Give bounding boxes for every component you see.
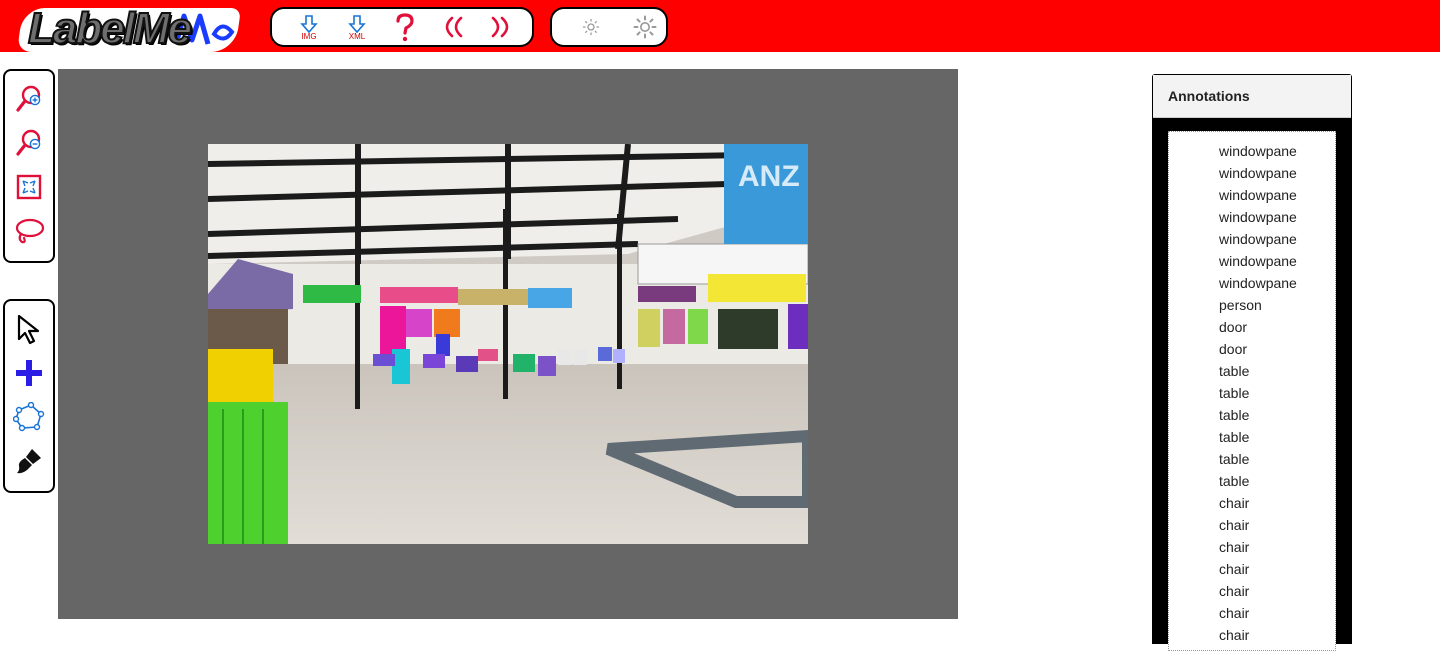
annotation-item[interactable]: windowpane — [1219, 162, 1335, 184]
download-image-button[interactable]: IMG — [290, 10, 328, 44]
fit-to-screen-button[interactable] — [5, 165, 53, 209]
download-xml-caption: XML — [348, 31, 366, 41]
zoom-out-button[interactable] — [5, 121, 53, 165]
select-tool-button[interactable] — [5, 307, 53, 351]
annotation-item[interactable]: table — [1219, 404, 1335, 426]
download-image-caption: IMG — [301, 31, 317, 41]
brightness-low-icon — [582, 18, 600, 36]
annotation-item[interactable]: windowpane — [1219, 140, 1335, 162]
add-point-icon — [16, 360, 42, 386]
annotation-item[interactable]: windowpane — [1219, 250, 1335, 272]
lasso-button[interactable] — [5, 209, 53, 253]
annotation-item[interactable]: table — [1219, 382, 1335, 404]
annotations-list: windowpane windowpane windowpane windowpane… — [1169, 132, 1335, 646]
download-arrow-icon — [300, 14, 318, 33]
brightness-toolbar-group — [550, 7, 668, 47]
select-arrow-icon — [17, 314, 40, 345]
annotation-item[interactable]: windowpane — [1219, 206, 1335, 228]
annotation-item[interactable]: chair — [1219, 558, 1335, 580]
annotation-item[interactable]: table — [1219, 426, 1335, 448]
polygon-icon — [13, 402, 45, 432]
annotation-item[interactable]: windowpane — [1219, 272, 1335, 294]
main-toolbar-group: IMG XML — [270, 7, 534, 47]
annotations-title: Annotations — [1153, 75, 1351, 118]
download-arrow-icon — [348, 14, 366, 33]
image-canvas[interactable]: ANZ — [58, 69, 958, 619]
edit-tools-panel — [3, 299, 55, 493]
annotation-item[interactable]: chair — [1219, 580, 1335, 602]
annotation-item[interactable]: person — [1219, 294, 1335, 316]
brush-icon — [17, 449, 41, 474]
annotation-item[interactable]: door — [1219, 338, 1335, 360]
annotation-item[interactable]: table — [1219, 360, 1335, 382]
increase-brightness-button[interactable] — [626, 10, 664, 44]
decrease-brightness-button[interactable] — [572, 10, 610, 44]
annotation-item[interactable]: windowpane — [1219, 184, 1335, 206]
fit-to-screen-icon — [16, 174, 42, 200]
annotation-item[interactable]: chair — [1219, 514, 1335, 536]
next-image-button[interactable] — [482, 10, 520, 44]
annotation-item[interactable]: table — [1219, 470, 1335, 492]
labelme-logo[interactable]: LabelMe — [16, 4, 242, 53]
annotated-photo[interactable]: ANZ — [208, 144, 808, 544]
annotations-list-container: windowpane windowpane windowpane windowpane… — [1168, 131, 1336, 651]
view-tools-panel — [3, 69, 55, 263]
polygon-tool-button[interactable] — [5, 395, 53, 439]
logo-text: LabelMe — [27, 4, 193, 53]
annotation-item[interactable]: chair — [1219, 492, 1335, 514]
add-point-button[interactable] — [5, 351, 53, 395]
annotation-item[interactable]: windowpane — [1219, 228, 1335, 250]
svg-text:ANZ: ANZ — [738, 160, 800, 193]
top-toolbar: LabelMe IMG XML — [0, 0, 1440, 53]
previous-image-button[interactable] — [434, 10, 472, 44]
double-chevron-right-icon — [491, 16, 509, 38]
brightness-high-icon — [633, 15, 657, 39]
zoom-in-icon — [16, 85, 41, 112]
zoom-in-button[interactable] — [5, 77, 53, 121]
annotation-item[interactable]: chair — [1219, 536, 1335, 558]
download-xml-button[interactable]: XML — [338, 10, 376, 44]
annotation-item[interactable]: chair — [1219, 602, 1335, 624]
question-icon — [396, 13, 414, 42]
annotation-item[interactable]: table — [1219, 448, 1335, 470]
help-button[interactable] — [386, 10, 424, 44]
lasso-icon — [15, 218, 45, 244]
annotation-item[interactable]: chair — [1219, 624, 1335, 646]
double-chevron-left-icon — [445, 16, 463, 38]
zoom-out-icon — [16, 129, 41, 156]
annotations-panel: Annotations windowpane windowpane windowpa… — [1152, 74, 1352, 651]
brush-tool-button[interactable] — [5, 439, 53, 483]
annotation-item[interactable]: door — [1219, 316, 1335, 338]
